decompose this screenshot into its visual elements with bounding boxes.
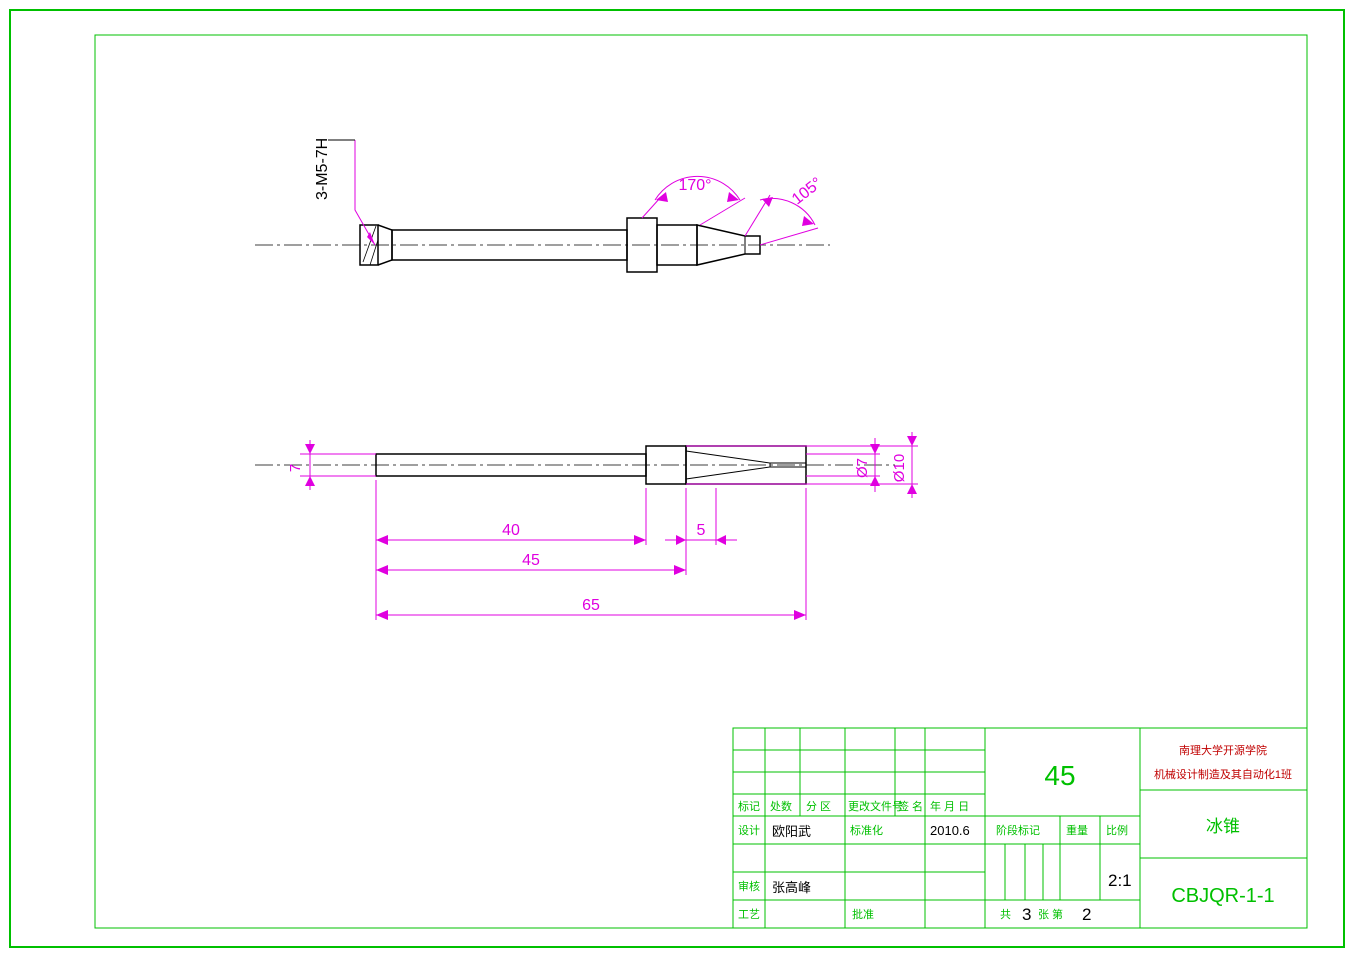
dim-d7-left: 7 bbox=[287, 464, 304, 472]
department: 机械设计制造及其自动化1班 bbox=[1154, 767, 1292, 781]
svg-text:批准: 批准 bbox=[852, 907, 874, 921]
svg-text:审核: 审核 bbox=[738, 879, 760, 893]
svg-text:3: 3 bbox=[1022, 905, 1031, 924]
svg-text:年 月 日: 年 月 日 bbox=[930, 799, 969, 813]
designer-name: 欧阳武 bbox=[772, 824, 811, 839]
angle-170: 170° bbox=[678, 177, 711, 194]
front-view: 7 Ø7 Ø10 40 5 bbox=[255, 432, 918, 620]
svg-text:标准化: 标准化 bbox=[850, 823, 883, 837]
svg-text:签 名: 签 名 bbox=[898, 799, 923, 813]
dim-45: 45 bbox=[522, 552, 540, 569]
drawing-canvas: 3-M5-7H 170° 105° 7 bbox=[0, 0, 1354, 957]
svg-text:更改文件号: 更改文件号 bbox=[848, 799, 903, 813]
title-block: 标记 处数 分 区 更改文件号 签 名 年 月 日 设计 欧阳武 标准化 201… bbox=[733, 728, 1307, 928]
dim-40: 40 bbox=[502, 522, 520, 539]
reviewer-name: 张高峰 bbox=[772, 880, 811, 895]
svg-text:张 第: 张 第 bbox=[1038, 907, 1063, 921]
svg-text:处数: 处数 bbox=[770, 800, 792, 813]
angle-105: 105° bbox=[789, 175, 826, 209]
svg-text:标记: 标记 bbox=[738, 799, 760, 813]
callout-thread: 3-M5-7H bbox=[314, 138, 331, 200]
design-date: 2010.6 bbox=[930, 823, 970, 838]
svg-text:阶段标记: 阶段标记 bbox=[996, 823, 1040, 837]
svg-text:比例: 比例 bbox=[1106, 823, 1128, 837]
top-view: 3-M5-7H 170° 105° bbox=[255, 138, 830, 272]
svg-text:2: 2 bbox=[1082, 905, 1091, 924]
dim-5: 5 bbox=[697, 522, 706, 539]
school: 南理大学开源学院 bbox=[1179, 743, 1267, 757]
dim-65: 65 bbox=[582, 597, 600, 614]
material: 45 bbox=[1044, 760, 1075, 791]
dim-d7-right: Ø7 bbox=[854, 458, 871, 478]
svg-text:共: 共 bbox=[1000, 908, 1011, 921]
svg-text:工艺: 工艺 bbox=[738, 908, 760, 921]
svg-text:设计: 设计 bbox=[738, 824, 760, 837]
svg-text:分 区: 分 区 bbox=[806, 800, 831, 813]
svg-text:重量: 重量 bbox=[1066, 823, 1088, 837]
drawing-number: CBJQR-1-1 bbox=[1171, 885, 1274, 907]
dim-d10: Ø10 bbox=[891, 454, 908, 482]
scale-value: 2:1 bbox=[1108, 871, 1132, 890]
part-name: 冰锥 bbox=[1206, 817, 1240, 836]
